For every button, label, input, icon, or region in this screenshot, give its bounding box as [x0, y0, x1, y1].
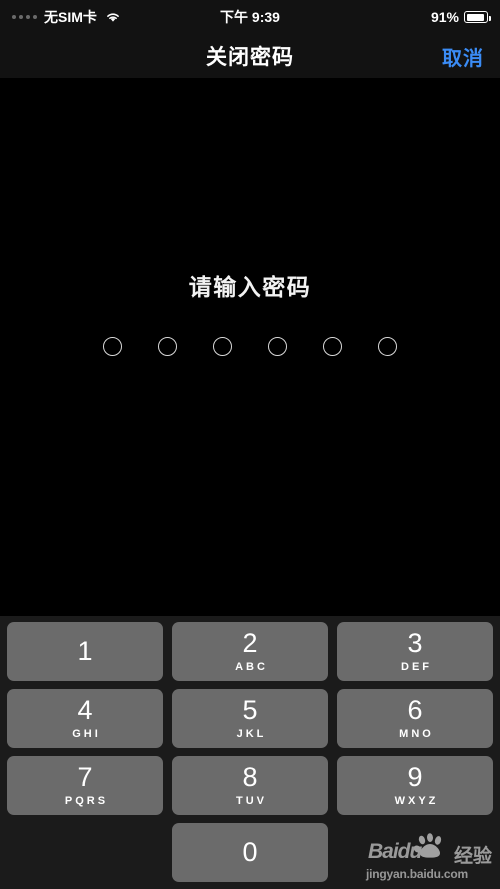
- passcode-dots: [0, 337, 500, 356]
- key-digit-label: 1: [77, 636, 93, 666]
- page-title: 关闭密码: [206, 46, 294, 69]
- key-6[interactable]: 6 MNO: [337, 689, 493, 748]
- key-4[interactable]: 4 GHI: [7, 689, 163, 748]
- signal-strength-icon: [12, 15, 37, 19]
- key-digit-label: 9: [407, 762, 423, 792]
- status-bar-left: 无SIM卡: [12, 7, 431, 27]
- iphone-screen: 无SIM卡 下午 9:39 91% 关闭密码 取消 请输入密码 1 2 ABC 3 DE…: [0, 0, 500, 889]
- carrier-label: 无SIM卡: [44, 9, 97, 25]
- passcode-content-area: 请输入密码: [0, 78, 500, 616]
- keypad-row: 1 2 ABC 3 DEF: [7, 622, 493, 681]
- passcode-dot: [158, 337, 177, 356]
- status-bar-right: 91%: [430, 9, 491, 25]
- key-digit-label: 0: [242, 837, 258, 867]
- passcode-dot: [323, 337, 342, 356]
- key-digit-label: 6: [407, 695, 423, 725]
- key-1[interactable]: 1: [7, 622, 163, 681]
- battery-percent-label: 91%: [430, 9, 459, 25]
- key-digit-label: 3: [407, 628, 423, 658]
- key-7[interactable]: 7 PQRS: [7, 756, 163, 815]
- passcode-prompt: 请输入密码: [188, 274, 312, 300]
- key-3[interactable]: 3 DEF: [337, 622, 493, 681]
- passcode-dot: [103, 337, 122, 356]
- key-digit-label: 8: [242, 762, 258, 792]
- key-letters-label: ABC: [235, 661, 268, 673]
- key-digit-label: 4: [77, 695, 93, 725]
- key-letters-label: PQRS: [64, 795, 109, 807]
- key-digit-label: 7: [77, 762, 93, 792]
- keypad-row: 4 GHI 5 JKL 6 MNO: [7, 689, 493, 748]
- key-digit-label: 2: [242, 628, 258, 658]
- key-letters-label: DEF: [401, 661, 432, 673]
- passcode-dot: [213, 337, 232, 356]
- navigation-bar: 关闭密码 取消: [0, 34, 500, 78]
- cancel-button[interactable]: 取消: [442, 42, 484, 71]
- keypad-row: 0: [7, 823, 493, 882]
- key-5[interactable]: 5 JKL: [172, 689, 328, 748]
- key-digit-label: 5: [242, 695, 258, 725]
- passcode-dot: [268, 337, 287, 356]
- key-0[interactable]: 0: [172, 823, 328, 882]
- battery-icon: [464, 11, 491, 23]
- key-letters-label: WXYZ: [394, 795, 439, 807]
- numeric-keypad: 1 2 ABC 3 DEF 4 GHI 5 JKL 6 MNO 7 PQRS 8 TUV 9 WXYZ 0: [0, 616, 500, 889]
- key-letters-label: GHI: [72, 728, 101, 740]
- wifi-icon: [105, 11, 121, 23]
- key-8[interactable]: 8 TUV: [172, 756, 328, 815]
- key-letters-label: JKL: [236, 728, 267, 740]
- key-letters-label: MNO: [399, 728, 434, 740]
- key-9[interactable]: 9 WXYZ: [337, 756, 493, 815]
- key-2[interactable]: 2 ABC: [172, 622, 328, 681]
- status-bar: 无SIM卡 下午 9:39 91%: [0, 0, 500, 34]
- key-letters-label: TUV: [236, 795, 267, 807]
- keypad-row: 7 PQRS 8 TUV 9 WXYZ: [7, 756, 493, 815]
- passcode-dot: [378, 337, 397, 356]
